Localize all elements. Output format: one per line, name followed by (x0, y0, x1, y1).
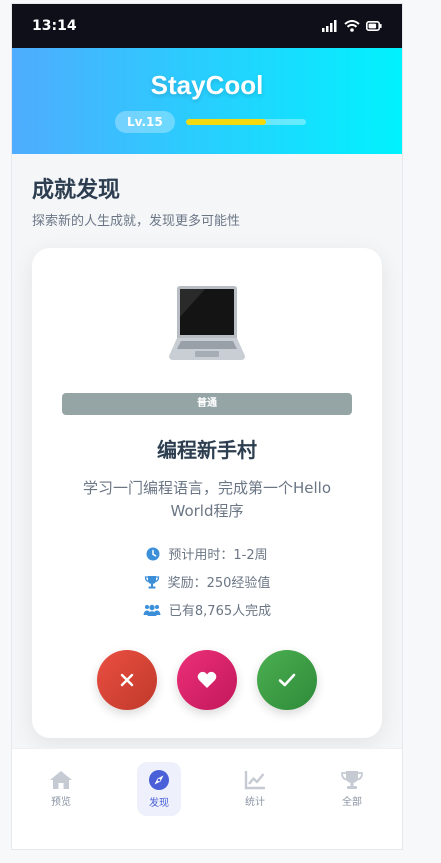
signal-icon (322, 20, 337, 32)
clock-icon (146, 547, 160, 560)
trophy-icon (144, 575, 159, 588)
section-subtitle: 探索新的人生成就，发现更多可能性 (32, 214, 241, 229)
laptop-icon (32, 282, 382, 362)
tab-preview[interactable]: 预览 (39, 762, 83, 816)
close-icon (120, 673, 134, 687)
achievement-card[interactable]: 普通 编程新手村 学习一门编程语言，完成第一个Hello World程序 预计用… (32, 248, 382, 738)
card-actions (32, 650, 382, 710)
meta-reward-text: 奖励：250经验值 (167, 576, 271, 591)
check-icon (278, 673, 296, 687)
tab-label: 发现 (149, 798, 169, 809)
xp-progress-fill (185, 119, 267, 125)
accept-button[interactable] (257, 650, 317, 710)
like-button[interactable] (177, 650, 237, 710)
status-time: 13:14 (32, 18, 77, 34)
battery-icon (366, 21, 382, 31)
home-icon (50, 771, 72, 789)
trophy-icon (341, 771, 363, 789)
section-title: 成就发现 (32, 178, 121, 203)
meta-completed: 已有8,765人完成 (32, 600, 382, 619)
xp-progress-bar (185, 119, 306, 125)
tab-stats[interactable]: 统计 (233, 762, 277, 816)
achievement-description: 学习一门编程语言，完成第一个Hello World程序 (82, 479, 332, 520)
bottom-tab-bar: 预览 发现 统计 全部 (12, 748, 402, 849)
tab-discover[interactable]: 发现 (137, 762, 181, 816)
app-title: StayCool (150, 70, 264, 100)
meta-time: 预计用时：1-2周 (32, 544, 382, 563)
tab-label: 全部 (342, 797, 362, 808)
status-icons (322, 20, 382, 32)
phone-screen: 13:14 StayCool Lv.15 成就发现 探索新的人生成就，发现更多可… (12, 4, 402, 849)
tab-label: 统计 (245, 797, 265, 808)
tab-label: 预览 (51, 797, 71, 808)
wifi-icon (344, 20, 360, 32)
compass-icon (149, 770, 169, 790)
users-icon (143, 604, 161, 616)
level-badge: Lv.15 (115, 111, 175, 133)
meta-reward: 奖励：250经验值 (32, 572, 382, 591)
meta-completed-text: 已有8,765人完成 (168, 604, 272, 619)
meta-time-text: 预计用时：1-2周 (168, 548, 268, 563)
level-row: Lv.15 (115, 111, 306, 133)
chart-icon (244, 771, 265, 790)
tab-all[interactable]: 全部 (330, 762, 374, 816)
heart-icon (197, 671, 217, 688)
rarity-badge: 普通 (62, 393, 352, 415)
reject-button[interactable] (97, 650, 157, 710)
achievement-title: 编程新手村 (157, 438, 257, 462)
status-bar: 13:14 (12, 4, 402, 48)
app-header: StayCool Lv.15 (12, 48, 402, 154)
